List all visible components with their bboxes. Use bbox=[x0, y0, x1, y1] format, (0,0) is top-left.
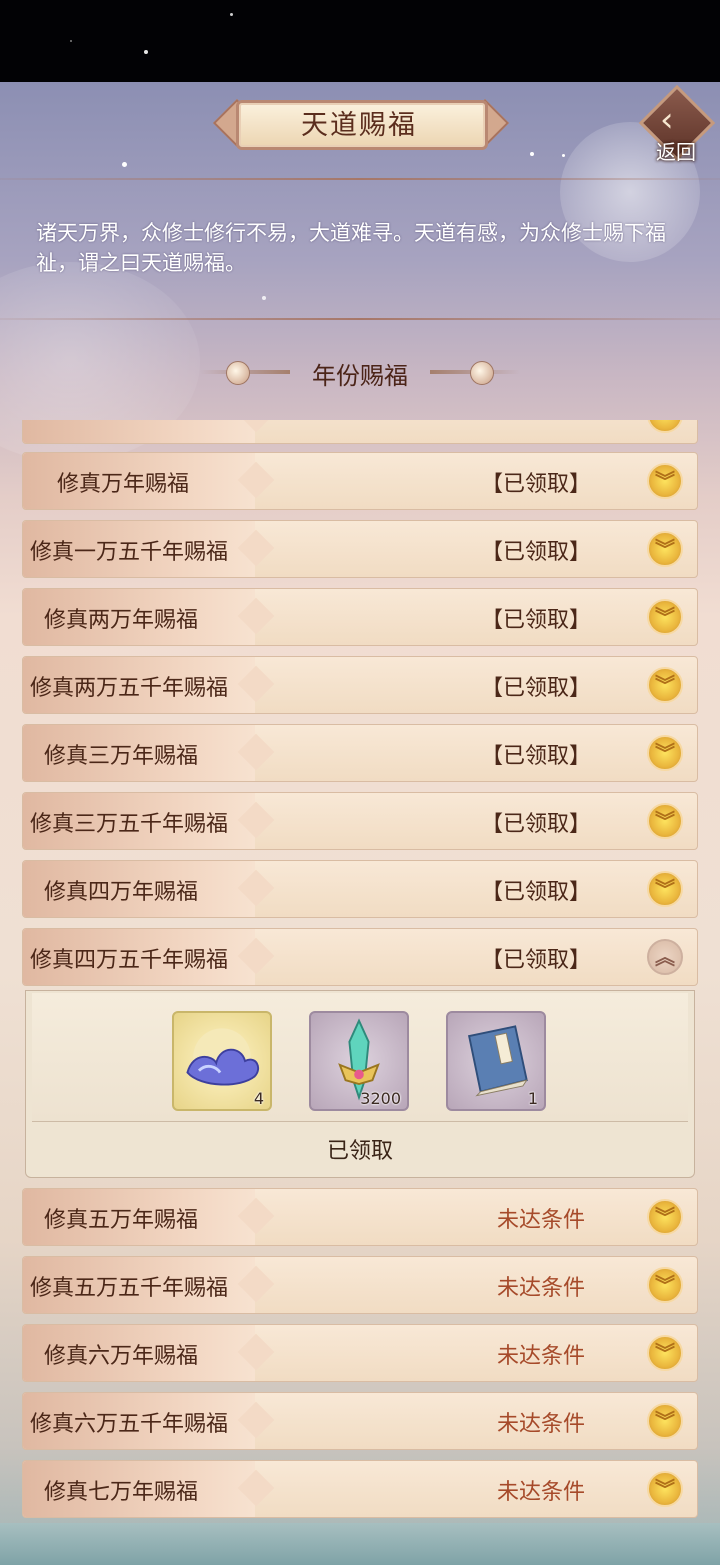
section-ornament-right bbox=[430, 361, 520, 385]
list-item[interactable]: 修真三万五千年赐福 【已领取】 ︾ bbox=[22, 792, 698, 850]
row-status: 【已领取】 bbox=[481, 880, 592, 905]
row-tab bbox=[23, 420, 255, 443]
row-status: 未达条件 bbox=[497, 1344, 586, 1369]
row-name: 修真三万年赐福 bbox=[44, 744, 199, 769]
chevron-down-icon[interactable]: ︾ bbox=[647, 735, 683, 771]
reward-quantity: 3200 bbox=[360, 1089, 401, 1108]
reward-quantity: 1 bbox=[527, 1089, 538, 1108]
list-item[interactable]: 修真两万年赐福 【已领取】 ︾ bbox=[22, 588, 698, 646]
title-plaque: 天道赐福 bbox=[212, 96, 510, 150]
star-decoration bbox=[144, 50, 148, 54]
row-status: 【已领取】 bbox=[481, 608, 592, 633]
reward-quantity: 4 bbox=[253, 1089, 264, 1108]
list-item-expanded[interactable]: 修真四万五千年赐福 【已领取】 ︽ bbox=[22, 928, 698, 986]
section-title: 年份赐福 bbox=[312, 362, 408, 390]
row-name: 修真六万五千年赐福 bbox=[30, 1412, 229, 1437]
chevron-down-icon[interactable]: ︾ bbox=[647, 531, 683, 567]
row-name: 修真四万年赐福 bbox=[44, 880, 199, 905]
blessing-list[interactable]: ︾ 修真万年赐福 【已领取】 ︾ 修真一万五千年赐福 【已领取】 ︾ 修真两万年… bbox=[22, 420, 698, 1523]
row-name: 修真三万五千年赐福 bbox=[30, 812, 229, 837]
list-item[interactable]: 修真四万年赐福 【已领取】 ︾ bbox=[22, 860, 698, 918]
list-item[interactable]: 修真万年赐福 【已领取】 ︾ bbox=[22, 452, 698, 510]
row-status: 未达条件 bbox=[497, 1208, 586, 1233]
list-item[interactable]: 修真六万年赐福 未达条件 ︾ bbox=[22, 1324, 698, 1382]
chevron-down-icon[interactable]: ︾ bbox=[647, 1471, 683, 1507]
row-name: 修真五万年赐福 bbox=[44, 1208, 199, 1233]
row-status: 【已领取】 bbox=[481, 744, 592, 769]
list-item[interactable]: 修真五万五千年赐福 未达条件 ︾ bbox=[22, 1256, 698, 1314]
chevron-down-icon[interactable]: ︾ bbox=[647, 1267, 683, 1303]
chevron-down-icon[interactable]: ︾ bbox=[647, 1199, 683, 1235]
list-item[interactable]: 修真两万五千年赐福 【已领取】 ︾ bbox=[22, 656, 698, 714]
list-item[interactable]: ︾ bbox=[22, 420, 698, 444]
chevron-down-icon[interactable]: ︾ bbox=[647, 803, 683, 839]
chevron-down-icon[interactable]: ︾ bbox=[647, 463, 683, 499]
reward-item[interactable]: 4 bbox=[172, 1011, 272, 1111]
list-item[interactable]: 修真一万五千年赐福 【已领取】 ︾ bbox=[22, 520, 698, 578]
chevron-down-icon[interactable]: ︾ bbox=[647, 1403, 683, 1439]
status-bar bbox=[0, 0, 720, 82]
row-status: 【已领取】 bbox=[481, 948, 592, 973]
row-name: 修真七万年赐福 bbox=[44, 1480, 199, 1505]
row-status: 【已领取】 bbox=[481, 540, 592, 565]
page-title: 天道赐福 bbox=[301, 110, 417, 141]
reward-item[interactable]: 3200 bbox=[309, 1011, 409, 1111]
back-button-label: 返回 bbox=[656, 140, 696, 164]
row-status: 【已领取】 bbox=[481, 676, 592, 701]
row-status: 【已领取】 bbox=[481, 472, 592, 497]
claimed-label: 已领取 bbox=[326, 1139, 393, 1164]
row-status: 未达条件 bbox=[497, 1480, 586, 1505]
row-name: 修真六万年赐福 bbox=[44, 1344, 199, 1369]
divider-line-bottom bbox=[0, 318, 720, 320]
reward-detail-panel: 4 3200 1 已领取 bbox=[25, 990, 695, 1178]
chevron-down-icon[interactable]: ︾ bbox=[647, 1335, 683, 1371]
list-item[interactable]: 修真三万年赐福 【已领取】 ︾ bbox=[22, 724, 698, 782]
reward-item[interactable]: 1 bbox=[446, 1011, 546, 1111]
back-button[interactable]: ‹ 返回 bbox=[638, 84, 716, 164]
reward-grid: 4 3200 1 bbox=[32, 993, 688, 1122]
row-status: 未达条件 bbox=[497, 1412, 586, 1437]
row-status: 【已领取】 bbox=[481, 812, 592, 837]
star-decoration bbox=[530, 152, 534, 156]
star-decoration bbox=[122, 162, 127, 167]
star-decoration bbox=[70, 40, 72, 42]
chevron-down-icon[interactable]: ︾ bbox=[647, 667, 683, 703]
chevron-down-icon[interactable]: ︾ bbox=[647, 599, 683, 635]
row-name: 修真四万五千年赐福 bbox=[30, 948, 229, 973]
event-description: 诸天万界，众修士修行不易，大道难寻。天道有感，为众修士赐下福祉，谓之曰天道赐福。 bbox=[36, 221, 666, 275]
row-name: 修真万年赐福 bbox=[57, 472, 190, 497]
row-name: 修真两万年赐福 bbox=[44, 608, 199, 633]
list-item[interactable]: 修真五万年赐福 未达条件 ︾ bbox=[22, 1188, 698, 1246]
star-decoration bbox=[230, 13, 233, 16]
row-name: 修真五万五千年赐福 bbox=[30, 1276, 229, 1301]
row-name: 修真一万五千年赐福 bbox=[30, 540, 229, 565]
star-decoration bbox=[562, 154, 565, 157]
list-item[interactable]: 修真六万五千年赐福 未达条件 ︾ bbox=[22, 1392, 698, 1450]
taiji-icon bbox=[470, 361, 494, 385]
chevron-up-icon[interactable]: ︽ bbox=[647, 939, 683, 975]
list-item[interactable]: 修真七万年赐福 未达条件 ︾ bbox=[22, 1460, 698, 1518]
star-decoration bbox=[262, 296, 266, 300]
row-status: 未达条件 bbox=[497, 1276, 586, 1301]
chevron-down-icon[interactable]: ︾ bbox=[647, 420, 683, 433]
divider-line-top bbox=[0, 178, 720, 180]
row-name: 修真两万五千年赐福 bbox=[30, 676, 229, 701]
chevron-down-icon[interactable]: ︾ bbox=[647, 871, 683, 907]
bottom-scenery bbox=[0, 1523, 720, 1565]
